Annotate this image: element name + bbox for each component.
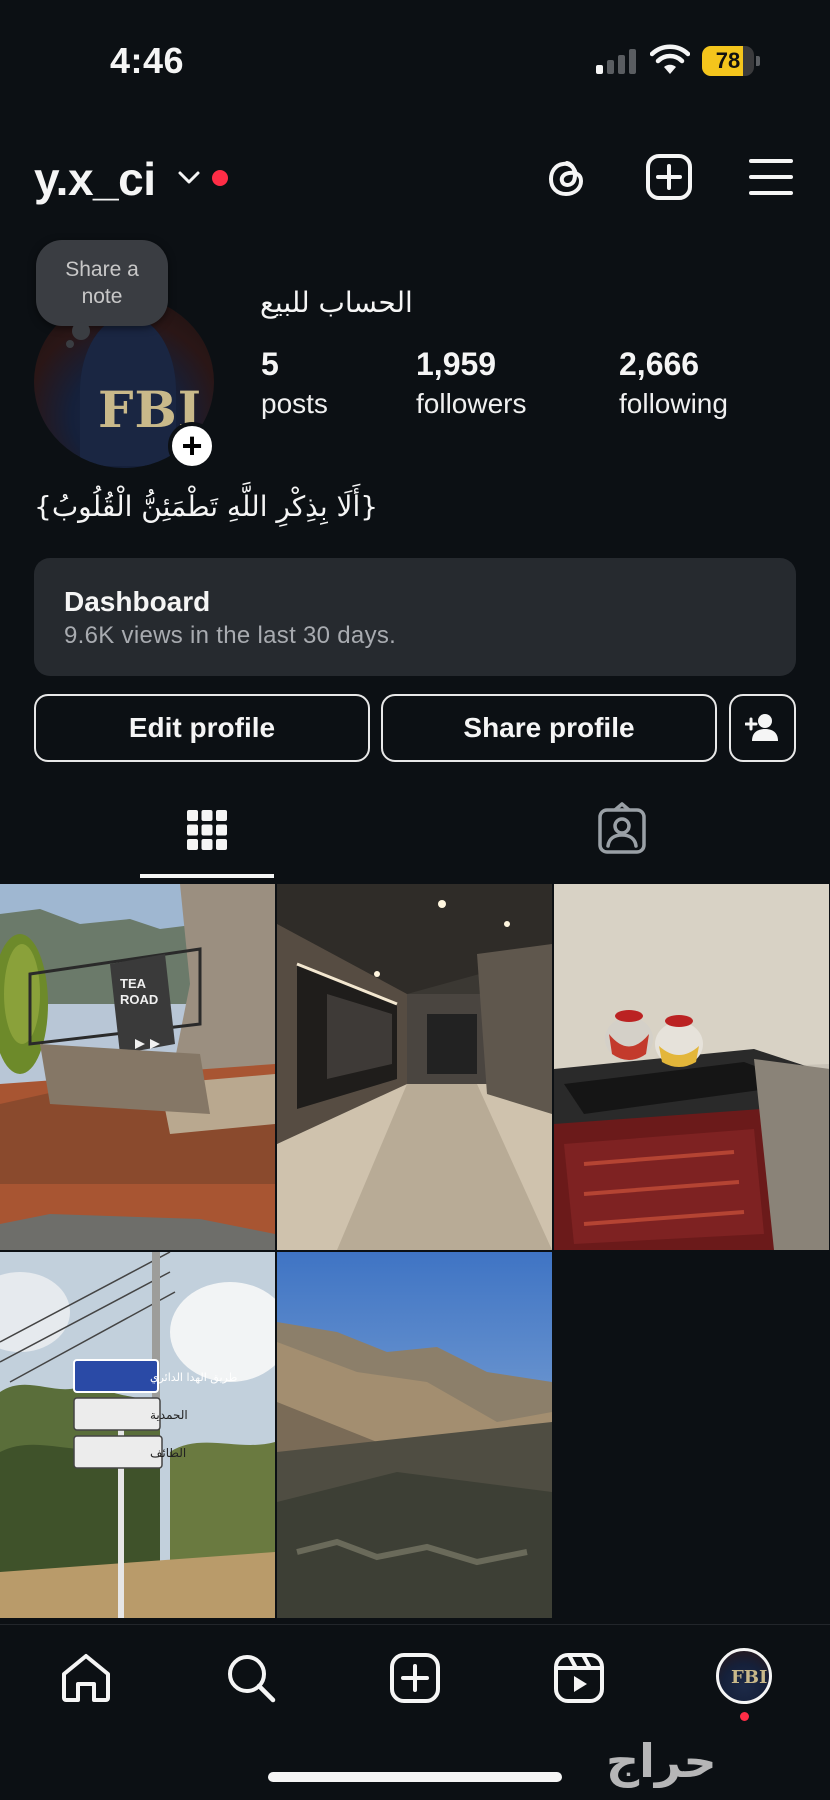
following-count[interactable]: 2,666 [619,346,699,383]
post-tea-road[interactable]: TEA ROAD [0,884,275,1250]
dashboard-subtitle: 9.6K views in the last 30 days. [64,622,397,649]
professional-dashboard[interactable]: Dashboard 9.6K views in the last 30 days… [34,558,796,676]
battery-level: 78 [715,48,741,73]
wifi-icon [650,44,690,74]
grid-icon[interactable] [177,800,237,860]
tea-road-text-1: TEA [120,976,147,991]
home-indicator[interactable] [268,1772,562,1782]
notification-dot [212,170,228,186]
posts-count[interactable]: 5 [261,346,279,383]
active-tab-underline [140,874,274,878]
sign-text-3: الطائف [150,1446,186,1460]
battery-indicator: 78 [702,46,760,76]
share-note-bubble[interactable]: Share a note [36,240,168,326]
reels-icon[interactable] [551,1650,607,1706]
watermark-logo: حراج [606,1734,717,1788]
tagged-icon[interactable] [592,800,652,860]
posts-label[interactable]: posts [261,388,328,420]
threads-icon[interactable] [542,152,592,202]
sign-text-1: طريق الهدا الدائري [150,1371,238,1385]
add-person-icon [744,714,778,741]
post-mountains[interactable] [277,1252,552,1618]
nav-avatar-text: FBI [731,1667,768,1688]
post-mall-corridor[interactable] [277,884,552,1250]
post-road-signs[interactable]: طريق الهدا الدائري الحمدية الطائف [0,1252,275,1618]
chevron-down-icon[interactable] [176,166,202,188]
tea-road-text-2: ROAD [120,992,158,1007]
followers-label[interactable]: followers [416,388,526,420]
display-name: الحساب للبيع [260,286,413,319]
sign-text-2: الحمدية [150,1408,188,1422]
dashboard-title: Dashboard [64,586,211,617]
username-switcher[interactable]: y.x_ci [34,152,156,206]
following-label[interactable]: following [619,388,728,420]
menu-icon[interactable] [746,152,796,202]
profile-bio: {أَلَا بِذِكْرِ اللَّهِ تَطْمَئِنُّ الْق… [34,490,379,523]
home-icon[interactable] [58,1650,114,1706]
note-prompt-line2: note [81,285,123,308]
followers-count[interactable]: 1,959 [416,346,496,383]
edit-profile-button[interactable]: Edit profile [34,694,370,762]
profile-tab-avatar[interactable]: FBI [716,1648,772,1704]
create-icon[interactable] [387,1650,443,1706]
share-profile-button[interactable]: Share profile [381,694,717,762]
search-icon[interactable] [223,1650,279,1706]
status-time: 4:46 [110,40,185,81]
profile-notification-dot [740,1712,749,1721]
create-post-icon[interactable] [644,152,694,202]
cellular-signal-icon [596,48,638,74]
add-story-button[interactable]: + [168,422,216,470]
post-teapots[interactable] [554,884,829,1250]
discover-people-button[interactable] [729,694,796,762]
note-prompt-line1: Share a [65,258,139,281]
